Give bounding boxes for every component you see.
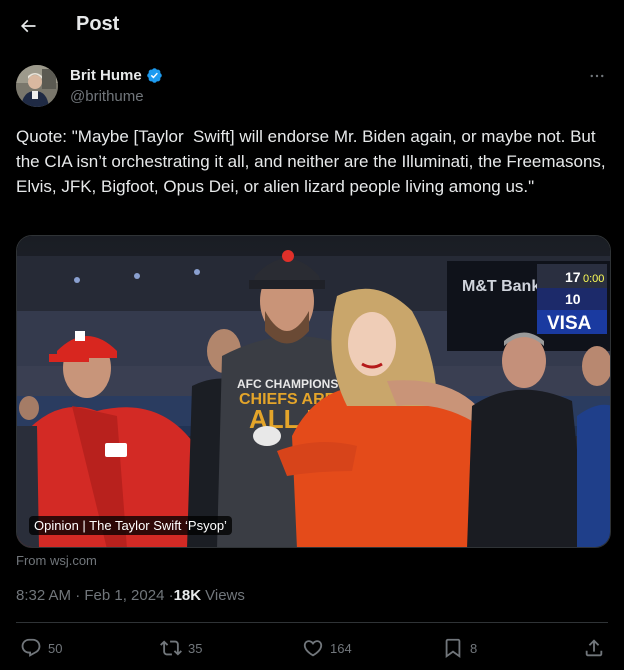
visa-text: VISA <box>547 313 592 334</box>
author-name[interactable]: Brit Hume <box>70 67 142 84</box>
action-bar: 50 35 164 8 <box>0 636 624 662</box>
reply-button[interactable]: 50 <box>20 636 62 660</box>
repost-button[interactable]: 35 <box>160 636 202 660</box>
views-count: 18K <box>173 587 202 604</box>
like-button[interactable]: 164 <box>302 636 352 660</box>
bookmark-icon <box>445 638 461 659</box>
share-button[interactable] <box>583 636 605 660</box>
share-icon <box>585 639 603 657</box>
views-label: Views <box>205 587 245 604</box>
score-1: 17 <box>565 269 581 285</box>
reply-icon <box>21 638 41 657</box>
author-handle[interactable]: @brithume <box>70 88 144 105</box>
like-count: 164 <box>330 640 352 656</box>
card-title-label: Opinion | The Taylor Swift ‘Psyop’ <box>29 516 232 535</box>
reply-count: 50 <box>48 640 63 656</box>
verified-badge-icon <box>146 68 162 83</box>
page-title: Post <box>76 13 120 35</box>
author-row: Brit Hume @brithume <box>16 64 608 110</box>
repost-count: 35 <box>188 640 203 656</box>
more-options-button[interactable] <box>586 66 608 86</box>
divider <box>16 622 608 623</box>
bookmark-button[interactable]: 8 <box>442 636 477 660</box>
heart-icon <box>303 640 323 657</box>
back-button[interactable] <box>12 10 44 42</box>
post-header: Post <box>0 0 624 52</box>
clock-text: 0:00 <box>583 273 604 285</box>
avatar-image <box>16 65 58 107</box>
link-card[interactable]: M&T Bank 17 0:00 10 VISA AFC CHAMPIONS C… <box>16 235 611 548</box>
card-image: M&T Bank 17 0:00 10 VISA AFC CHAMPIONS C… <box>17 236 610 547</box>
tweet-text: Quote: "Maybe [Taylor Swift] will endors… <box>16 127 611 196</box>
shirt-text-1: AFC CHAMPIONS <box>237 377 338 391</box>
arrow-left-icon <box>20 19 36 33</box>
author-name-row: Brit Hume <box>70 67 163 84</box>
sponsor-text: M&T Bank <box>462 278 540 295</box>
score-2: 10 <box>565 291 581 307</box>
bookmark-count: 8 <box>470 640 478 656</box>
repost-icon <box>160 640 182 656</box>
source-link[interactable]: From wsj.com <box>16 553 97 568</box>
more-dots-icon <box>590 74 604 78</box>
post-meta: 8:32 AM · Feb 1, 2024 · 18K Views <box>16 587 245 604</box>
post-timestamp[interactable]: 8:32 AM · Feb 1, 2024 · <box>16 587 174 604</box>
avatar[interactable] <box>16 65 58 107</box>
